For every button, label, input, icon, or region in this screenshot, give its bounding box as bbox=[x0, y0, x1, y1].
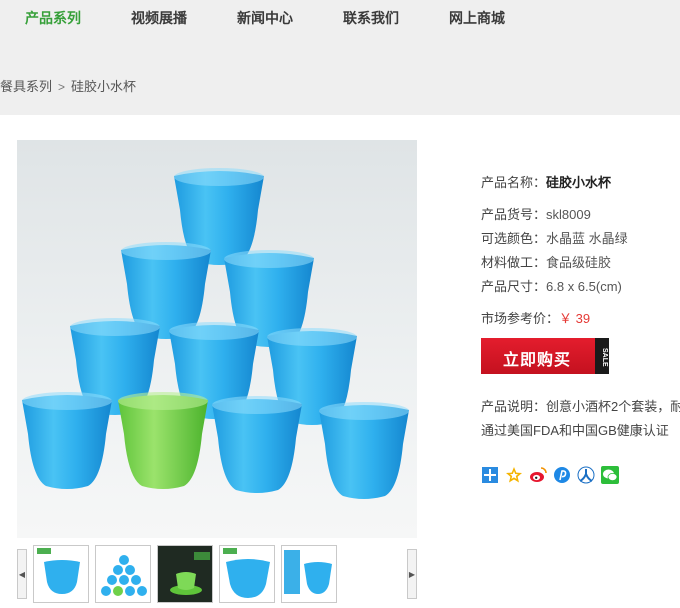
nav-item-contact[interactable]: 联系我们 bbox=[343, 8, 399, 28]
product-size: 6.8 x 6.5(cm) bbox=[546, 279, 622, 294]
arrow-right-icon[interactable]: ▶ bbox=[407, 549, 417, 599]
product-sku-label: 产品货号： bbox=[481, 207, 547, 222]
wechat-icon[interactable] bbox=[601, 466, 619, 484]
breadcrumb-separator: > bbox=[58, 80, 66, 94]
product-size-label: 产品尺寸： bbox=[481, 279, 547, 294]
product-name-row: 产品名称：硅胶小水杯 bbox=[481, 172, 611, 191]
product-material-row: 材料做工：食品级硅胶 bbox=[481, 252, 611, 271]
product-material: 食品级硅胶 bbox=[546, 255, 612, 270]
thumbnail-1[interactable] bbox=[33, 545, 89, 603]
thumbnail-5[interactable] bbox=[281, 545, 337, 603]
thumbnail-2[interactable] bbox=[95, 545, 151, 603]
main-nav: 产品系列 视频展播 新闻中心 联系我们 网上商城 bbox=[0, 0, 680, 34]
buy-now-button[interactable]: 立即购买 SALE bbox=[481, 338, 609, 374]
product-material-label: 材料做工： bbox=[481, 255, 547, 270]
product-name-label: 产品名称： bbox=[481, 175, 547, 190]
thumb-blue-cup bbox=[223, 548, 270, 598]
product-description-line-2: 通过美国FDA和中国GB健康认证 bbox=[481, 423, 669, 438]
nav-item-videos[interactable]: 视频展播 bbox=[131, 8, 187, 28]
sale-tag: SALE bbox=[595, 338, 609, 374]
breadcrumb: 餐具系列 > 硅胶小水杯 bbox=[0, 76, 136, 95]
thumb-cup-pyramid bbox=[101, 555, 147, 596]
product-name: 硅胶小水杯 bbox=[546, 175, 612, 190]
arrow-left-icon[interactable]: ◀ bbox=[17, 549, 27, 599]
thumbnail-strip: ◀ ▶ bbox=[17, 545, 417, 603]
nav-item-news[interactable]: 新闻中心 bbox=[237, 8, 293, 28]
product-price: ￥ 39 bbox=[559, 311, 591, 326]
product-sku: skl8009 bbox=[546, 207, 591, 222]
breadcrumb-parent-link[interactable]: 餐具系列 bbox=[0, 79, 52, 94]
product-sku-row: 产品货号：skl8009 bbox=[481, 204, 591, 223]
thumb-single-cup bbox=[37, 548, 80, 594]
product-description: 产品说明：创意小酒杯2个套装，耐 通过美国FDA和中国GB健康认证 bbox=[481, 395, 680, 443]
thumb-cup-pair bbox=[284, 550, 332, 594]
pinterest-icon[interactable] bbox=[553, 466, 571, 484]
product-colors-row: 可选颜色：水晶蓝 水晶绿 bbox=[481, 228, 628, 247]
product-description-line-1: 产品说明：创意小酒杯2个套装，耐 bbox=[481, 399, 680, 414]
product-colors-label: 可选颜色： bbox=[481, 231, 547, 246]
star-icon[interactable] bbox=[505, 466, 523, 484]
product-colors: 水晶蓝 水晶绿 bbox=[546, 231, 628, 246]
renren-icon[interactable] bbox=[577, 466, 595, 484]
nav-item-products[interactable]: 产品系列 bbox=[25, 8, 81, 28]
product-price-row: 市场参考价：￥ 39 bbox=[481, 308, 590, 327]
product-price-label: 市场参考价： bbox=[481, 311, 560, 326]
thumbnail-4[interactable] bbox=[219, 545, 275, 603]
thumb-green-cup-dark bbox=[158, 546, 212, 602]
header-bar: 产品系列 视频展播 新闻中心 联系我们 网上商城 餐具系列 > 硅胶小水杯 bbox=[0, 0, 680, 115]
product-main-image[interactable] bbox=[17, 140, 417, 538]
nav-item-shop[interactable]: 网上商城 bbox=[449, 8, 505, 28]
cup-pyramid-photo bbox=[22, 168, 409, 499]
add-icon[interactable] bbox=[481, 466, 499, 484]
thumbnail-3[interactable] bbox=[157, 545, 213, 603]
breadcrumb-current: 硅胶小水杯 bbox=[71, 79, 137, 94]
buy-now-label: 立即购买 bbox=[503, 350, 572, 369]
product-size-row: 产品尺寸：6.8 x 6.5(cm) bbox=[481, 276, 622, 295]
weibo-icon[interactable] bbox=[529, 466, 547, 484]
